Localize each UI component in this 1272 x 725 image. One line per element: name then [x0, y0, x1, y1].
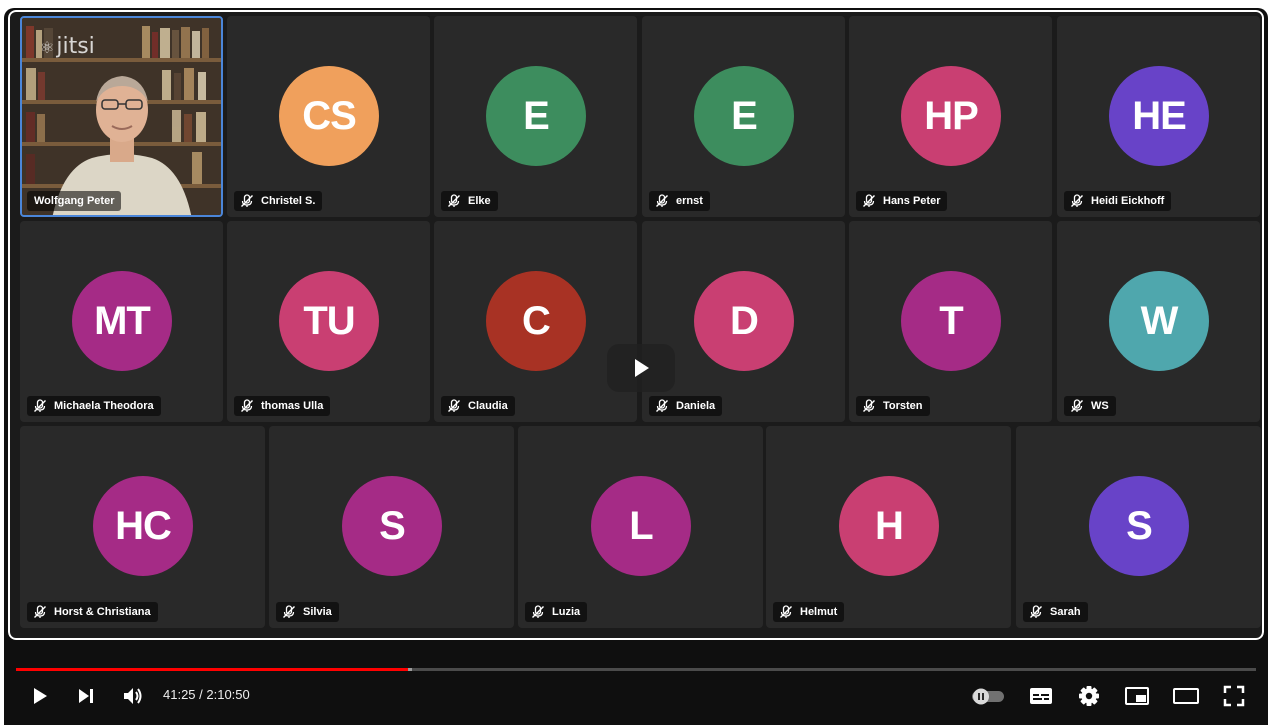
autoplay-toggle-icon: [972, 688, 1004, 705]
video-border: [8, 10, 1264, 640]
theater-icon: [1173, 688, 1199, 704]
miniplayer-button[interactable]: [1120, 680, 1154, 712]
progress-bar[interactable]: [16, 668, 1256, 671]
fullscreen-button[interactable]: [1218, 680, 1250, 712]
play-button[interactable]: [24, 680, 56, 712]
time-display: 41:25 / 2:10:50: [163, 687, 250, 702]
progress-played: [16, 668, 408, 671]
next-icon: [79, 689, 93, 703]
play-icon: [34, 688, 47, 704]
next-button[interactable]: [70, 680, 102, 712]
big-play-button[interactable]: [607, 344, 675, 392]
autoplay-toggle[interactable]: [968, 680, 1008, 712]
play-icon: [635, 359, 649, 377]
video-player[interactable]: ⚛jitsi Wolfgang Peter CS Christel S. E Elke Ee…: [4, 8, 1268, 725]
volume-icon: [124, 688, 142, 704]
miniplayer-icon: [1125, 687, 1149, 705]
video-frame[interactable]: ⚛jitsi Wolfgang Peter CS Christel S. E Elke Ee…: [8, 10, 1264, 640]
volume-button[interactable]: [116, 680, 150, 712]
settings-button[interactable]: [1072, 680, 1106, 712]
fullscreen-icon: [1223, 685, 1245, 707]
subtitles-button[interactable]: [1024, 680, 1058, 712]
gear-icon: [1079, 686, 1099, 706]
theater-mode-button[interactable]: [1168, 680, 1204, 712]
subtitles-icon: [1030, 688, 1052, 704]
